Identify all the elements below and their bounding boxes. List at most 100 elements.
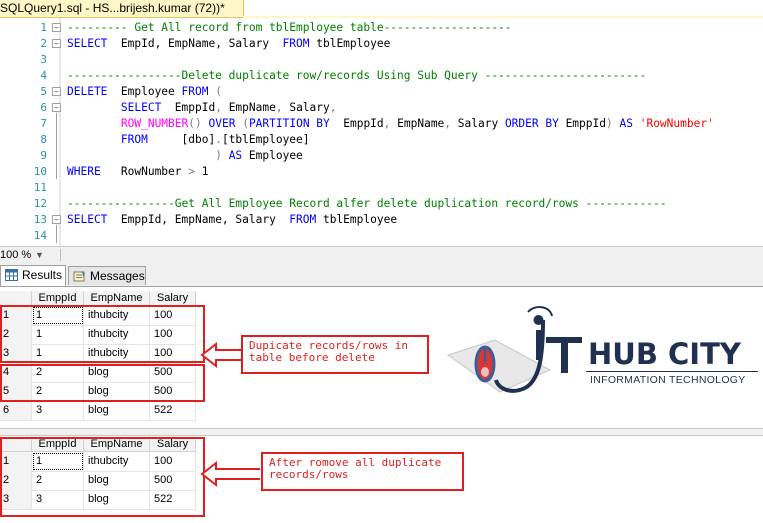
message-icon — [73, 271, 85, 282]
code-token: DELETE — [67, 85, 108, 98]
callout-before: Dupicate records/rows in table before de… — [241, 335, 429, 374]
code-token: EmppId, EmpName, Salary — [107, 213, 290, 226]
logo-tagline: INFORMATION TECHNOLOGY — [590, 374, 746, 386]
line-number: 3 — [40, 53, 47, 66]
grid-corner[interactable] — [0, 291, 32, 305]
code-line[interactable]: -----------------Delete duplicate row/re… — [67, 68, 646, 84]
code-token: AS — [228, 149, 243, 162]
fold-guide — [56, 113, 57, 179]
sql-editor[interactable]: 1 --------- Get All record from tblEmploy… — [0, 18, 763, 246]
table-cell[interactable]: 3 — [32, 401, 84, 420]
code-token: AS — [619, 117, 633, 130]
column-header[interactable]: EmppId — [32, 291, 84, 305]
line-number: 11 — [33, 181, 47, 194]
code-token: () — [188, 117, 202, 130]
highlight-box-duplicates-1 — [0, 305, 205, 363]
code-token: --------- Get All record from tblEmploye… — [67, 21, 512, 34]
code-line[interactable]: FROM [dbo].[tblEmployee] — [67, 132, 310, 148]
grid-icon — [5, 269, 18, 281]
collapse-icon[interactable]: − — [52, 39, 61, 48]
code-token: PARTITION BY — [248, 117, 330, 130]
document-tab[interactable]: SQLQuery1.sql - HS...brijesh.kumar (72))… — [0, 0, 244, 18]
logo-underline — [586, 371, 758, 372]
collapse-icon[interactable]: − — [52, 215, 61, 224]
code-line[interactable]: ) AS Employee — [67, 148, 303, 164]
fold-guide — [56, 225, 57, 243]
highlight-box-duplicates-2 — [0, 364, 205, 402]
code-token: tblEmployee — [309, 37, 391, 50]
collapse-icon[interactable]: − — [52, 103, 61, 112]
grid-header-row: EmppId EmpName Salary — [0, 291, 196, 306]
code-token: Employee — [107, 85, 182, 98]
code-token: FROM — [120, 133, 148, 146]
code-line[interactable]: ROW_NUMBER() OVER (PARTITION BY EmppId, … — [67, 116, 714, 132]
line-number: 13 — [33, 213, 47, 226]
code-token: EmppId — [558, 117, 606, 130]
code-token: ----------------Get All Employee Record … — [67, 197, 667, 210]
row-number[interactable]: 6 — [0, 401, 32, 420]
code-token: tblEmployee — [316, 213, 398, 226]
zoom-level[interactable]: 100 % — [0, 247, 31, 263]
line-number: 1 — [40, 21, 47, 34]
column-header[interactable]: EmpName — [84, 291, 150, 305]
code-token: ROW_NUMBER — [120, 117, 189, 130]
code-line[interactable]: SELECT EmppId, EmpName, Salary, — [67, 100, 337, 116]
chevron-down-icon[interactable]: ▼ — [35, 247, 44, 263]
code-token: Salary — [451, 117, 505, 130]
code-line[interactable]: --------- Get All record from tblEmploye… — [67, 20, 512, 36]
highlight-box-after — [0, 437, 205, 517]
code-token: OVER — [208, 117, 236, 130]
code-line[interactable]: DELETE Employee FROM ( — [67, 84, 222, 100]
code-token: FROM — [181, 85, 209, 98]
logo-name: HUB CITY — [588, 337, 741, 371]
line-number: 4 — [40, 69, 47, 82]
table-cell[interactable]: 522 — [150, 401, 196, 420]
code-token: RowNumber — [100, 165, 189, 178]
line-number: 5 — [40, 85, 47, 98]
code-token: SELECT — [67, 213, 108, 226]
code-token: 'RowNumber' — [639, 117, 714, 130]
editor-gutter — [59, 18, 61, 246]
document-tab-title: SQLQuery1.sql - HS...brijesh.kumar (72))… — [0, 1, 225, 15]
code-line[interactable]: WHERE RowNumber > 1 — [67, 164, 208, 180]
code-token: [dbo] — [147, 133, 216, 146]
collapse-icon[interactable]: − — [52, 87, 61, 96]
code-token: , — [215, 101, 222, 114]
code-token: ) — [605, 117, 613, 130]
code-token: FROM — [289, 213, 317, 226]
line-number: 9 — [40, 149, 47, 162]
line-number: 10 — [33, 165, 47, 178]
code-token: , — [275, 101, 283, 114]
line-number: 12 — [33, 197, 47, 210]
ithubcity-logo: HUB CITY INFORMATION TECHNOLOGY — [440, 300, 763, 410]
collapse-icon[interactable]: − — [52, 23, 61, 32]
code-token: ( — [208, 85, 222, 98]
result-tabs: Results Messages — [0, 263, 763, 287]
code-token: FROM — [282, 37, 310, 50]
code-token: WHERE — [67, 165, 101, 178]
code-token: > — [188, 165, 195, 178]
code-line[interactable]: SELECT EmppId, EmpName, Salary FROM tblE… — [67, 212, 397, 228]
code-token: SELECT — [67, 37, 108, 50]
code-token: EmppId — [161, 101, 216, 114]
table-cell[interactable]: blog — [84, 401, 150, 420]
code-line[interactable]: SELECT EmpId, EmpName, Salary FROM tblEm… — [67, 36, 390, 52]
code-token: EmpName — [390, 117, 445, 130]
code-token: [tblEmployee] — [221, 133, 310, 146]
code-token: Employee — [242, 149, 303, 162]
grid-splitter[interactable] — [0, 428, 763, 436]
code-token: EmpName — [221, 101, 276, 114]
code-token: , — [329, 101, 337, 114]
table-row[interactable]: 6 3 blog 522 — [0, 401, 196, 421]
code-token: 1 — [195, 165, 209, 178]
column-header[interactable]: Salary — [150, 291, 196, 305]
tab-messages[interactable]: Messages — [68, 266, 146, 285]
code-line[interactable]: ----------------Get All Employee Record … — [67, 196, 666, 212]
tab-results[interactable]: Results — [0, 265, 66, 286]
code-token: SELECT — [120, 101, 162, 114]
